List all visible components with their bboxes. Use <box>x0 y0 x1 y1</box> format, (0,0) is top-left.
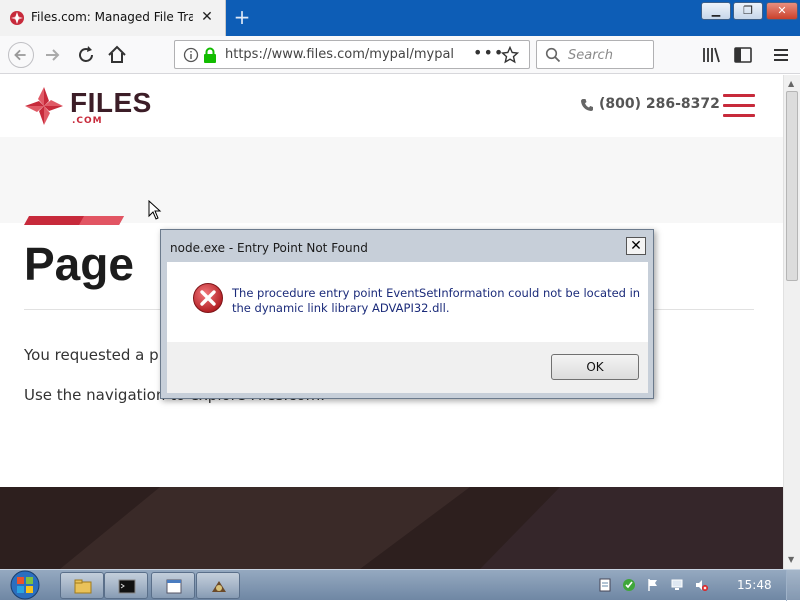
menu-icon[interactable] <box>770 44 792 66</box>
taskbar-clock[interactable]: 15:48 <box>737 578 772 592</box>
page-scrollbar[interactable]: ▲ ▼ <box>783 75 800 569</box>
window-icon <box>166 579 182 594</box>
site-menu-icon[interactable] <box>723 94 755 118</box>
reload-icon[interactable] <box>75 44 97 66</box>
search-bar[interactable]: Search <box>536 40 654 69</box>
error-icon <box>193 283 223 313</box>
taskbar: 15:48 <box>0 569 800 601</box>
dialog-close-button[interactable]: ✕ <box>626 237 646 255</box>
search-icon <box>545 47 561 63</box>
mouse-cursor-icon <box>148 200 162 220</box>
page-heading: Page <box>24 238 134 290</box>
taskbar-app-button[interactable] <box>196 572 240 599</box>
search-placeholder: Search <box>568 48 613 63</box>
taskbar-window-button[interactable] <box>151 572 195 599</box>
files-logo-icon[interactable] <box>24 85 64 127</box>
dialog-footer: OK <box>167 342 648 393</box>
tray-flag-icon[interactable] <box>646 578 660 592</box>
footer-decoration <box>60 487 783 569</box>
tab-close-icon[interactable]: ✕ <box>199 8 215 26</box>
hero-band <box>0 137 783 223</box>
lock-icon[interactable] <box>203 47 217 63</box>
window-maximize-button[interactable]: ❐ <box>733 2 763 20</box>
error-dialog: node.exe - Entry Point Not Found ✕ The p… <box>160 229 654 399</box>
dialog-title: node.exe - Entry Point Not Found <box>170 241 368 255</box>
url-text[interactable]: https://www.files.com/mypal/mypal <box>225 47 454 62</box>
ok-button[interactable]: OK <box>551 354 639 380</box>
message-paragraph: You requested a p <box>24 346 159 364</box>
tab-files[interactable]: Files.com: Managed File Transfer ✕ <box>0 0 226 36</box>
library-icon[interactable] <box>700 44 722 66</box>
scroll-up-icon[interactable]: ▲ <box>788 79 794 88</box>
explorer-icon <box>74 579 92 594</box>
cmd-icon <box>118 579 136 594</box>
tray-volume-muted-icon[interactable] <box>694 578 708 592</box>
sidebar-icon[interactable] <box>732 44 754 66</box>
tray-document-icon[interactable] <box>598 578 612 592</box>
taskbar-cmd-button[interactable] <box>104 572 148 599</box>
navigation-toolbar: https://www.files.com/mypal/mypal ••• Se… <box>0 36 800 74</box>
dialog-message-line2: the dynamic link library ADVAPI32.dll. <box>232 301 450 315</box>
scroll-down-icon[interactable]: ▼ <box>788 555 794 564</box>
dialog-body: The procedure entry point EventSetInform… <box>167 262 648 342</box>
show-desktop-button[interactable] <box>786 570 800 601</box>
footer-section <box>0 487 783 569</box>
new-tab-icon[interactable]: + <box>231 6 253 28</box>
site-header: FILES .COM (800) 286-8372 <box>0 75 783 137</box>
taskbar-explorer-button[interactable] <box>60 572 104 599</box>
window-minimize-button[interactable]: ▁ <box>701 2 731 20</box>
home-icon[interactable] <box>106 44 128 66</box>
page-actions-icon[interactable]: ••• <box>473 43 504 62</box>
files-favicon-icon <box>10 11 24 25</box>
tray-network-icon[interactable] <box>670 578 684 592</box>
phone-number-link[interactable]: (800) 286-8372 <box>599 96 720 112</box>
scroll-thumb[interactable] <box>786 91 798 281</box>
window-close-button[interactable]: ✕ <box>766 2 798 20</box>
start-button-icon[interactable] <box>8 569 42 601</box>
forward-arrow-icon[interactable] <box>42 44 64 66</box>
tab-strip: Files.com: Managed File Transfer ✕ + ▁ ❐… <box>0 0 800 36</box>
bookmark-star-icon[interactable] <box>501 46 519 64</box>
url-bar[interactable]: https://www.files.com/mypal/mypal ••• <box>174 40 530 69</box>
brand-suffix: .COM <box>72 116 103 126</box>
brand-name[interactable]: FILES <box>70 87 152 119</box>
heading-accent-bar <box>24 216 124 225</box>
tray-security-icon[interactable] <box>622 578 636 592</box>
phone-icon <box>581 99 593 111</box>
info-icon[interactable] <box>183 47 199 63</box>
app-icon <box>212 581 226 592</box>
back-arrow-icon[interactable] <box>8 42 34 68</box>
dialog-message-line1: The procedure entry point EventSetInform… <box>232 286 641 300</box>
tab-title: Files.com: Managed File Transfer <box>31 10 193 24</box>
